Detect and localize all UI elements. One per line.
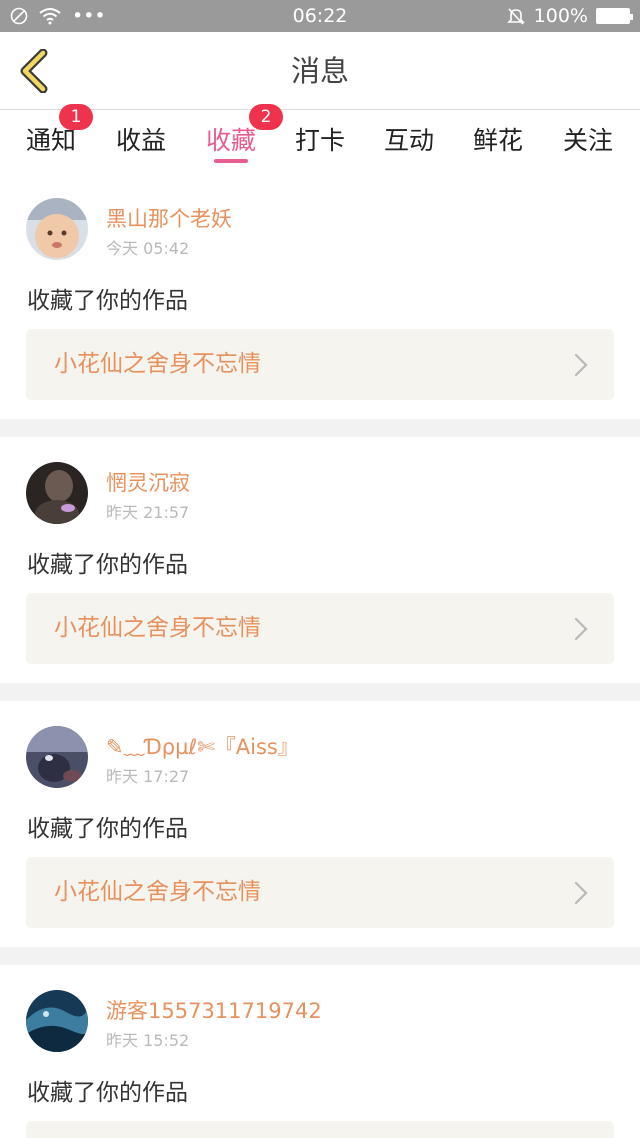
tab-label: 打卡 bbox=[294, 125, 345, 155]
battery-icon bbox=[596, 8, 633, 24]
tab-label: 收藏 bbox=[205, 125, 256, 155]
avatar[interactable] bbox=[26, 726, 88, 788]
status-right: 100% bbox=[506, 0, 633, 32]
work-title: 小花仙之舍身不忘情 bbox=[54, 615, 261, 641]
work-title: 小花仙之舍身不忘情 bbox=[54, 879, 261, 905]
tab-notice[interactable]: 通知 1 bbox=[11, 104, 93, 167]
work-link[interactable]: 小花仙之舍身不忘情 bbox=[26, 329, 614, 400]
timestamp: 昨天 15:52 bbox=[106, 1031, 190, 1050]
tab-interaction[interactable]: 互动 bbox=[369, 110, 449, 167]
unread-badge: 2 bbox=[249, 104, 283, 130]
active-tab-indicator bbox=[214, 159, 248, 163]
chevron-right-icon bbox=[574, 881, 588, 905]
status-bar: ••• 06:22 100% bbox=[0, 0, 640, 32]
work-link[interactable] bbox=[26, 1121, 614, 1138]
unread-badge: 1 bbox=[59, 104, 93, 130]
tab-bar: 通知 1 收益 收藏 2 打卡 互动 鲜花 关注 bbox=[0, 104, 640, 167]
battery-percent: 100% bbox=[533, 5, 588, 27]
app-header: 消息 bbox=[0, 32, 640, 110]
avatar[interactable] bbox=[26, 990, 88, 1052]
tab-favorites[interactable]: 收藏 2 bbox=[191, 104, 283, 167]
username[interactable]: 黑山那个老妖 bbox=[106, 203, 232, 233]
username[interactable]: 游客1557311719742 bbox=[106, 995, 322, 1025]
timestamp: 昨天 17:27 bbox=[106, 767, 190, 786]
timestamp: 昨天 21:57 bbox=[106, 503, 190, 522]
page-title: 消息 bbox=[290, 54, 349, 88]
bell-mute-icon bbox=[506, 8, 525, 25]
tab-label: 关注 bbox=[562, 125, 613, 155]
tab-flowers[interactable]: 鲜花 bbox=[458, 110, 538, 167]
list-item: 黑山那个老妖 今天 05:42 收藏了你的作品 小花仙之舍身不忘情 bbox=[0, 167, 640, 419]
action-text: 收藏了你的作品 bbox=[27, 816, 188, 842]
avatar[interactable] bbox=[26, 198, 88, 260]
tab-checkin[interactable]: 打卡 bbox=[280, 110, 360, 167]
tab-label: 鲜花 bbox=[472, 125, 523, 155]
username[interactable]: 惘灵沉寂 bbox=[106, 467, 190, 497]
list-item: ✎﹏Ɗρµℓ✄『Aiss』 昨天 17:27 收藏了你的作品 小花仙之舍身不忘情 bbox=[0, 701, 640, 947]
chevron-right-icon bbox=[574, 617, 588, 641]
tab-earnings[interactable]: 收益 bbox=[101, 110, 181, 167]
username[interactable]: ✎﹏Ɗρµℓ✄『Aiss』 bbox=[106, 731, 299, 761]
work-title: 小花仙之舍身不忘情 bbox=[54, 351, 261, 377]
avatar[interactable] bbox=[26, 462, 88, 524]
timestamp: 今天 05:42 bbox=[106, 239, 190, 258]
work-link[interactable]: 小花仙之舍身不忘情 bbox=[26, 857, 614, 928]
tab-label: 互动 bbox=[383, 125, 434, 155]
action-text: 收藏了你的作品 bbox=[27, 288, 188, 314]
work-link[interactable]: 小花仙之舍身不忘情 bbox=[26, 593, 614, 664]
action-text: 收藏了你的作品 bbox=[27, 552, 188, 578]
list-item: 游客1557311719742 昨天 15:52 收藏了你的作品 bbox=[0, 965, 640, 1138]
list-item: 惘灵沉寂 昨天 21:57 收藏了你的作品 小花仙之舍身不忘情 bbox=[0, 437, 640, 683]
action-text: 收藏了你的作品 bbox=[27, 1080, 188, 1106]
tab-follow[interactable]: 关注 bbox=[548, 110, 628, 167]
tab-label: 收益 bbox=[115, 125, 166, 155]
chevron-right-icon bbox=[574, 353, 588, 377]
